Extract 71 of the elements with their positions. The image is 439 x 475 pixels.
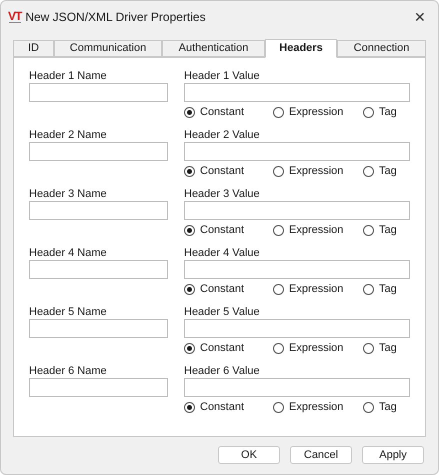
radio-button[interactable] [273,166,284,176]
radio-label: Tag [379,222,397,238]
radio-button[interactable] [273,284,284,294]
radio-label: Constant [200,164,244,179]
radio-label: Tag [379,400,397,415]
tab[interactable]: Connection [337,40,426,57]
tab[interactable]: Communication [54,40,162,57]
input-field[interactable] [184,319,410,338]
radio-label: Constant [200,282,244,297]
radio-label: Tag [379,340,397,356]
radio-button[interactable] [363,106,374,118]
radio-label: Tag [379,164,397,179]
radio-button[interactable] [363,166,374,176]
field-label: Header 4 Value [184,246,261,260]
radio-button[interactable] [184,284,195,294]
radio-button[interactable] [273,224,284,236]
input-field[interactable] [29,378,168,397]
tab[interactable]: Headers [265,39,337,58]
input-field[interactable] [29,319,168,338]
radio-button[interactable] [184,342,195,354]
radio-button[interactable] [363,402,374,412]
field-label: Header 4 Name [29,246,108,260]
dialog-button[interactable]: Apply [362,446,424,464]
input-field[interactable] [184,260,410,279]
radio-button[interactable] [363,224,374,236]
input-field[interactable] [29,142,168,161]
close-button[interactable]: ✕ [414,10,426,24]
radio-button[interactable] [363,342,374,354]
dialog-button[interactable]: OK [218,446,280,464]
field-label: Header 2 Name [29,128,108,142]
radio-button[interactable] [273,106,284,118]
radio-label: Expression [289,340,344,356]
radio-button[interactable] [273,342,284,354]
input-field[interactable] [29,83,168,102]
radio-label: Tag [379,104,397,120]
field-label: Header 2 Value [184,128,261,142]
field-label: Header 6 Name [29,364,108,378]
field-label: Header 1 Name [29,69,108,83]
radio-label: Constant [200,340,244,356]
radio-label: Tag [379,282,397,297]
field-label: Header 6 Value [184,364,261,378]
radio-button[interactable] [184,402,195,412]
tab[interactable]: ID [13,40,54,57]
radio-label: Constant [200,104,244,120]
radio-button[interactable] [184,224,195,236]
radio-button[interactable] [184,166,195,176]
radio-label: Constant [200,222,244,238]
input-field[interactable] [184,378,410,397]
input-field[interactable] [29,201,168,220]
tab[interactable]: Authentication [162,40,265,57]
radio-label: Expression [289,104,344,120]
field-label: Header 5 Value [184,305,261,319]
radio-button[interactable] [184,106,195,118]
radio-label: Expression [289,164,344,179]
radio-label: Expression [289,222,344,238]
input-field[interactable] [184,142,410,161]
radio-label: Expression [289,282,344,297]
input-field[interactable] [184,83,410,102]
radio-button[interactable] [273,402,284,412]
field-label: Header 5 Name [29,305,108,319]
input-field[interactable] [29,260,168,279]
dialog-button[interactable]: Cancel [290,446,352,464]
radio-label: Expression [289,400,344,415]
window-title: New JSON/XML Driver Properties [25,8,206,26]
field-label: Header 3 Value [184,187,261,201]
logo: VT [8,10,22,23]
field-label: Header 3 Name [29,187,108,201]
input-field[interactable] [184,201,410,220]
field-label: Header 1 Value [184,69,261,83]
radio-button[interactable] [363,284,374,294]
radio-label: Constant [200,400,244,415]
